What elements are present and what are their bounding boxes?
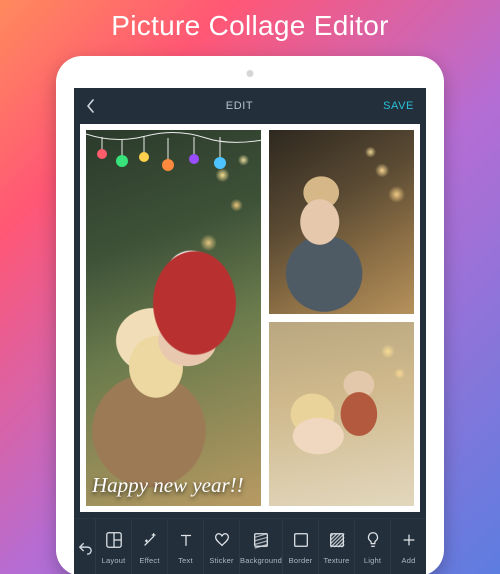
tools-strip: Layout Effect Text xyxy=(96,519,426,574)
promo-title: Picture Collage Editor xyxy=(0,10,500,42)
page-title: EDIT xyxy=(96,100,383,112)
tool-texture[interactable]: Texture xyxy=(318,519,354,574)
app-screen: EDIT SAVE xyxy=(74,88,426,574)
tool-label: Sticker xyxy=(209,556,233,565)
collage-grid: Happy new year!! xyxy=(86,130,414,506)
top-bar: EDIT SAVE xyxy=(74,88,426,124)
layout-icon xyxy=(105,531,123,551)
tool-background[interactable]: Background xyxy=(239,519,282,574)
heart-icon xyxy=(213,531,231,551)
tool-label: Text xyxy=(178,556,193,565)
tool-text[interactable]: Text xyxy=(167,519,203,574)
text-icon xyxy=(177,531,195,551)
border-icon xyxy=(292,531,310,551)
tool-label: Add xyxy=(402,556,416,565)
canvas-wrap: Happy new year!! xyxy=(74,124,426,518)
photo-3 xyxy=(269,322,414,506)
tool-add[interactable]: Add xyxy=(390,519,426,574)
collage-cell-2[interactable] xyxy=(269,130,414,314)
undo-button[interactable] xyxy=(74,519,96,574)
tool-label: Border xyxy=(289,556,313,565)
collage-cell-1[interactable]: Happy new year!! xyxy=(86,130,261,506)
back-icon[interactable] xyxy=(86,99,96,113)
tool-label: Effect xyxy=(139,556,159,565)
plus-icon xyxy=(400,531,418,551)
tool-label: Light xyxy=(364,556,381,565)
texture-icon xyxy=(328,531,346,551)
tool-light[interactable]: Light xyxy=(354,519,390,574)
background-icon xyxy=(252,531,270,551)
collage-cell-3[interactable] xyxy=(269,322,414,506)
device-camera xyxy=(247,70,254,77)
promo-stage: Picture Collage Editor EDIT SAVE xyxy=(0,0,500,574)
tool-label: Background xyxy=(240,556,282,565)
save-button[interactable]: SAVE xyxy=(383,100,414,112)
tool-label: Texture xyxy=(324,556,350,565)
collage-caption: Happy new year!! xyxy=(92,473,255,498)
tool-sticker[interactable]: Sticker xyxy=(203,519,239,574)
tablet-frame: EDIT SAVE xyxy=(56,56,444,574)
tool-border[interactable]: Border xyxy=(282,519,318,574)
light-icon xyxy=(364,531,382,551)
tool-label: Layout xyxy=(102,556,126,565)
collage-canvas[interactable]: Happy new year!! xyxy=(80,124,420,512)
photo-2 xyxy=(269,130,414,314)
wand-icon xyxy=(141,531,159,551)
tool-layout[interactable]: Layout xyxy=(96,519,131,574)
tool-effect[interactable]: Effect xyxy=(131,519,167,574)
photo-1 xyxy=(86,130,261,506)
bottom-toolbar: Layout Effect Text xyxy=(74,518,426,574)
